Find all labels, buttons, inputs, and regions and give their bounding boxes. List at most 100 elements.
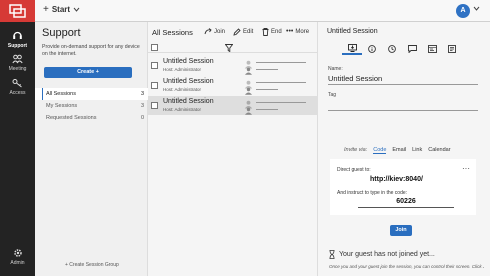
guest-status-text: Your guest has not joined yet... (339, 251, 435, 258)
filter-all-sessions[interactable]: All Sessions 3 (35, 88, 148, 100)
session-host: Host: Administrator (163, 67, 202, 72)
tag-field[interactable] (328, 100, 478, 111)
row-checkbox[interactable] (151, 82, 158, 89)
filter-count: 0 (140, 115, 144, 121)
tab-messages[interactable] (402, 43, 422, 55)
invite-tab-code[interactable]: Code (373, 147, 387, 154)
join-toolbar-button[interactable]: Join (204, 28, 225, 36)
chat-icon (407, 45, 417, 53)
direct-guest-text: Direct guest to: (337, 167, 371, 173)
select-all-checkbox[interactable] (151, 44, 158, 51)
chevron-down-icon (73, 7, 80, 12)
invite-code-panel: Direct guest to: ··· http://kiev:8040/ A… (330, 159, 476, 215)
tab-start[interactable] (342, 43, 362, 55)
app-logo-icon (9, 4, 26, 18)
key-icon (12, 79, 22, 88)
monitor-download-icon (347, 44, 357, 52)
filter-requested-sessions[interactable]: Requested Sessions 0 (35, 112, 148, 124)
tab-general[interactable] (362, 43, 382, 55)
table-row[interactable]: Untitled Session Host: Administrator (148, 96, 318, 115)
account-menu-chevron[interactable] (473, 6, 480, 13)
edit-toolbar-button[interactable]: Edit (233, 28, 253, 36)
support-pane: Support Provide on-demand support for an… (35, 22, 148, 276)
end-toolbar-button[interactable]: End (262, 28, 282, 36)
nav-label: Meeting (8, 66, 27, 72)
clock-icon (388, 45, 396, 53)
instruct-text: And instruct to type in the code: (337, 190, 408, 196)
plus-icon: + (95, 69, 99, 75)
create-button[interactable]: Create + (44, 67, 132, 78)
invite-via-tabs: Invite via: Code Email Link Calendar (344, 147, 451, 154)
table-row[interactable]: Untitled Session Host: Administrator (148, 76, 318, 95)
filter-label: My Sessions (46, 103, 78, 109)
headset-icon (13, 31, 22, 39)
gear-icon (13, 249, 22, 257)
more-toolbar-label: More (295, 28, 310, 35)
create-session-group-link[interactable]: + Create Session Group (65, 262, 119, 268)
start-label: Start (51, 5, 71, 14)
tag-field-label: Tag (328, 92, 337, 98)
detail-tabs (342, 43, 466, 55)
session-detail-pane: Untitled Session Name: Untitled Session … (318, 22, 490, 276)
filter-count: 3 (140, 91, 144, 97)
top-bar: + Start A (35, 0, 490, 22)
session-name: Untitled Session (163, 58, 214, 65)
invite-via-label: Invite via: (344, 147, 368, 153)
row-checkbox[interactable] (151, 62, 158, 69)
session-list-title: All Sessions (152, 28, 193, 37)
invite-tab-link[interactable]: Link (412, 147, 422, 154)
nav-item-admin[interactable]: Admin (0, 248, 35, 266)
session-detail-title: Untitled Session (327, 28, 378, 35)
filter-icon[interactable] (225, 44, 233, 52)
filter-my-sessions[interactable]: My Sessions 3 (35, 100, 148, 112)
page-title: Support (42, 27, 81, 39)
session-code: 60226 (358, 198, 454, 208)
more-toolbar-button[interactable]: ••• More (286, 28, 309, 35)
filter-count: 3 (140, 103, 144, 109)
guest-placeholder-line (256, 82, 306, 83)
nav-label: Admin (10, 260, 25, 266)
window-icon (427, 45, 437, 53)
session-host: Host: Administrator (163, 107, 202, 112)
nav-item-meeting[interactable]: Meeting (0, 54, 35, 72)
guest-status: Your guest has not joined yet... (329, 250, 435, 259)
tab-timeline[interactable] (382, 43, 402, 55)
tab-commands[interactable] (422, 43, 442, 55)
guest-status-hint: Once you and your guest join the session… (329, 264, 484, 269)
guest-placeholder-line (256, 102, 306, 103)
invite-tab-calendar[interactable]: Calendar (428, 147, 450, 154)
notes-icon (448, 45, 456, 53)
nav-label: Support (7, 43, 28, 49)
plus-icon: + (43, 4, 49, 15)
guest-url: http://kiev:8040/ (370, 176, 423, 183)
avatar[interactable]: A (456, 4, 470, 18)
session-filter-list: All Sessions 3 My Sessions 3 Requested S… (35, 88, 148, 124)
nav-item-access[interactable]: Access (0, 78, 35, 96)
chevron-down-icon (473, 6, 480, 11)
session-list-header (148, 43, 318, 53)
app-logo (0, 0, 35, 22)
session-name: Untitled Session (163, 98, 214, 105)
info-icon (368, 45, 376, 53)
more-dots-icon[interactable]: ··· (462, 165, 470, 173)
name-field-label: Name: (328, 66, 343, 72)
row-checkbox[interactable] (151, 102, 158, 109)
more-dots-icon: ••• (286, 28, 294, 35)
host-user-icon (245, 107, 252, 115)
table-row[interactable]: Untitled Session Host: Administrator (148, 56, 318, 75)
join-icon (204, 28, 212, 35)
join-toolbar-label: Join (214, 29, 226, 35)
edit-toolbar-label: Edit (243, 29, 254, 35)
nav-item-support[interactable]: Support (0, 30, 35, 49)
hourglass-icon (329, 250, 335, 259)
invite-tab-email[interactable]: Email (392, 147, 406, 154)
pencil-icon (233, 28, 241, 36)
start-button[interactable]: + Start (43, 4, 80, 15)
join-button[interactable]: Join (390, 225, 412, 236)
session-list-pane: All Sessions Join Edit End ••• More Unti… (148, 22, 318, 276)
tab-notes[interactable] (442, 43, 462, 55)
host-user-icon (245, 87, 252, 95)
nav-label: Access (9, 90, 26, 96)
name-field[interactable]: Untitled Session (328, 74, 478, 85)
support-description: Provide on-demand support for any device… (42, 44, 140, 57)
